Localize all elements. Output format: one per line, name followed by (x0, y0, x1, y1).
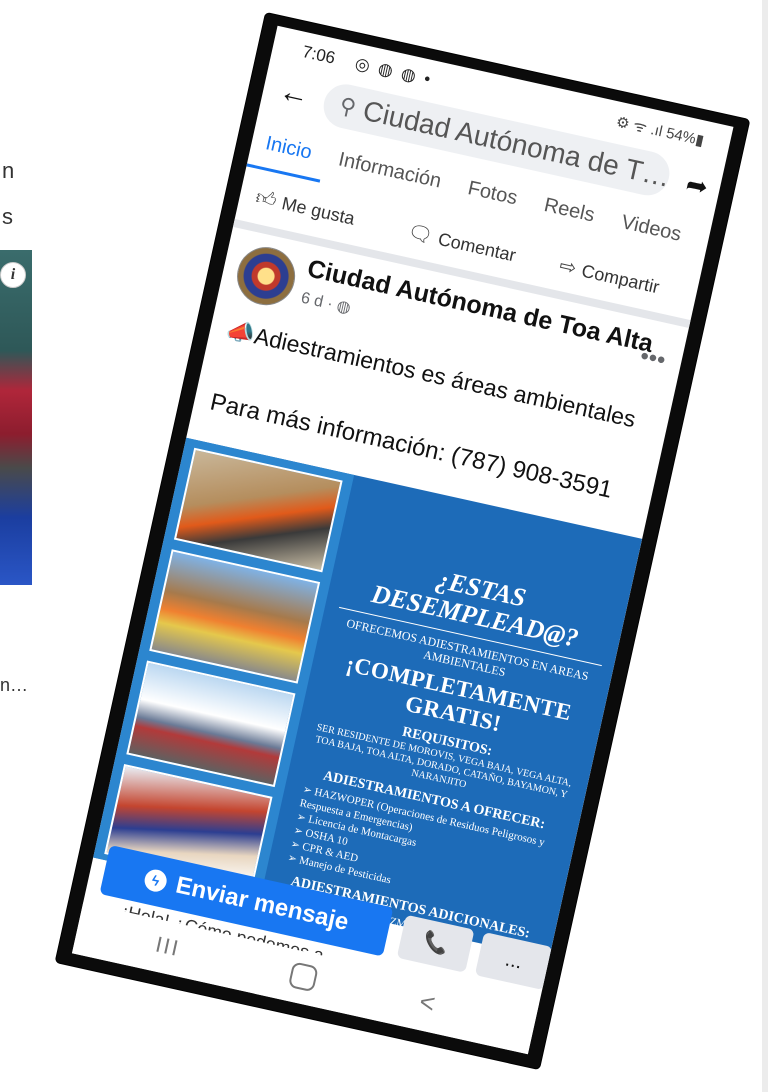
phone-frame: 7:06 ◎ ◍ ◍ • ⚙ ᯤ .ıl 54%▮ ← ⚲ Ciudad Aut… (55, 12, 750, 1070)
search-icon: ⚲ (337, 92, 359, 121)
scrollbar-track[interactable] (762, 0, 768, 1092)
more-actions-button[interactable]: ... (474, 931, 553, 991)
phone-icon: 📞 (421, 930, 451, 958)
tab-fotos[interactable]: Fotos (449, 164, 536, 228)
messenger-icon: ϟ (142, 867, 169, 894)
nav-back-icon[interactable]: < (416, 986, 438, 1020)
status-time: 7:06 (300, 42, 337, 68)
forklift-photo (173, 447, 343, 573)
avatar[interactable] (231, 241, 301, 311)
back-arrow-icon[interactable]: ← (276, 74, 312, 114)
thumbs-up-icon: 👍︎ (253, 186, 279, 213)
background-text-line: s (2, 204, 13, 229)
construction-workers-photo (149, 549, 321, 684)
share-icon: ⇨ (557, 254, 579, 280)
tab-inicio[interactable]: Inicio (246, 119, 330, 183)
background-text-line: n (2, 158, 15, 183)
share-label: Compartir (579, 260, 662, 298)
trucks-photo (126, 660, 296, 788)
comment-label: Comentar (436, 228, 518, 266)
like-label: Me gusta (280, 193, 357, 229)
background-photo (0, 250, 32, 585)
phone-screen: 7:06 ◎ ◍ ◍ • ⚙ ᯤ .ıl 54%▮ ← ⚲ Ciudad Aut… (71, 25, 734, 1055)
share-arrow-icon[interactable]: ➦ (683, 168, 711, 203)
more-label: ... (503, 948, 525, 974)
tab-reels[interactable]: Reels (525, 181, 613, 245)
home-icon[interactable] (287, 961, 319, 993)
more-options-icon[interactable]: ••• (637, 342, 668, 375)
call-button[interactable]: 📞 (396, 914, 475, 973)
comment-icon: 🗨︎ (405, 221, 435, 249)
post-timestamp: 6 d · ◍ (299, 289, 353, 318)
recent-apps-icon[interactable]: III (153, 931, 182, 962)
info-badge-icon: i (0, 262, 26, 288)
background-text-ellipsis: n… (0, 675, 29, 695)
